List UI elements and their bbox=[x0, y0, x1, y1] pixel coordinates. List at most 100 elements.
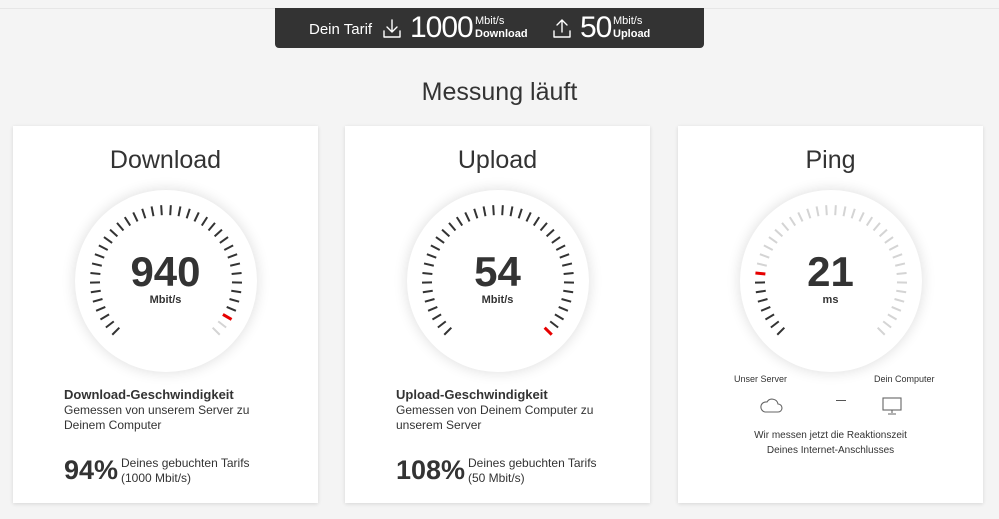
tariff-bar: Dein Tarif 1000 Mbit/s Download 50 Mbit/… bbox=[275, 8, 704, 48]
upload-gauge-tick bbox=[473, 208, 479, 219]
upload-speed-value: 54 bbox=[474, 248, 521, 295]
ping-card: Ping 21 ms Unser Server Dein Computer Wi… bbox=[678, 126, 983, 503]
upload-gauge-tick bbox=[431, 313, 442, 321]
upload-gauge-tick bbox=[545, 228, 555, 238]
download-gauge-tick bbox=[169, 205, 172, 216]
ping-description: Wir messen jetzt die Reaktionszeit Deine… bbox=[678, 428, 983, 458]
download-speed-value: 940 bbox=[130, 248, 201, 295]
download-gauge-tick bbox=[141, 208, 147, 219]
download-gauge-tick bbox=[207, 222, 216, 232]
download-gauge-tick bbox=[105, 320, 115, 329]
ping-gauge-tick bbox=[774, 228, 784, 238]
upload-gauge-tick bbox=[517, 208, 523, 219]
download-gauge-tick bbox=[111, 326, 121, 336]
download-tariff-value: 1000 bbox=[410, 11, 474, 44]
download-percent-line2: (1000 Mbit/s) bbox=[121, 471, 192, 485]
ping-gauge-tick bbox=[781, 222, 790, 232]
download-gauge-tick bbox=[132, 211, 139, 222]
ping-gauge-tick bbox=[760, 305, 771, 312]
download-percent: 94% bbox=[64, 455, 119, 485]
ping-gauge-tick bbox=[776, 326, 786, 336]
upload-gauge-tick bbox=[435, 236, 445, 244]
ping-gauge-tick bbox=[764, 313, 775, 321]
download-percent-line1: Deines gebuchten Tarifs bbox=[121, 456, 250, 470]
upload-gauge-tick bbox=[558, 305, 569, 312]
ping-gauge-tick bbox=[872, 222, 881, 232]
server-label: Unser Server bbox=[734, 374, 788, 384]
download-speed-unit: Mbit/s bbox=[149, 294, 182, 306]
upload-speed-unit: Mbit/s bbox=[481, 294, 514, 306]
upload-gauge-tick bbox=[509, 206, 514, 217]
ping-gauge-tick bbox=[768, 236, 778, 244]
cloud-icon bbox=[760, 398, 783, 413]
ping-gauge-tick bbox=[806, 208, 812, 219]
download-gauge-tick bbox=[226, 305, 237, 312]
upload-info-title: Upload-Geschwindigkeit bbox=[396, 387, 548, 402]
ping-description-line2: Deines Internet-Anschlusses bbox=[766, 445, 895, 456]
ping-gauge-tick bbox=[788, 216, 797, 227]
download-tariff-label: Download bbox=[475, 28, 528, 40]
upload-gauge-tick bbox=[525, 211, 532, 222]
upload-card: Upload 54 Mbit/s Upload-Geschwindigkeit … bbox=[345, 126, 650, 503]
upload-gauge-tick bbox=[455, 216, 464, 227]
upload-gauge-tick bbox=[492, 205, 495, 216]
upload-gauge-tick bbox=[501, 205, 504, 216]
upload-gauge-tick bbox=[443, 326, 453, 336]
ping-title: Ping bbox=[805, 146, 856, 174]
ping-gauge-tick bbox=[878, 228, 888, 238]
download-gauge-tick bbox=[219, 236, 229, 244]
ping-gauge-tick bbox=[850, 208, 856, 219]
page-title: Messung läuft bbox=[421, 78, 578, 106]
download-gauge-tick bbox=[123, 216, 132, 227]
download-icon bbox=[383, 19, 401, 38]
download-gauge-tick bbox=[99, 313, 110, 321]
upload-tariff-unit: Mbit/s Upload bbox=[613, 15, 650, 41]
download-gauge-tick bbox=[109, 228, 119, 238]
download-gauge-tick bbox=[116, 222, 125, 232]
monitor-icon bbox=[882, 397, 902, 415]
upload-gauge-tick bbox=[437, 320, 447, 329]
upload-tariff-value: 50 bbox=[580, 11, 612, 44]
download-info-description: Gemessen von unserem Server zu Deinem Co… bbox=[64, 403, 250, 432]
tariff-label: Dein Tarif bbox=[309, 21, 373, 38]
download-gauge-tick bbox=[211, 326, 221, 336]
upload-percent-text: Deines gebuchten Tarifs (50 Mbit/s) bbox=[468, 456, 597, 486]
ping-gauge-tick bbox=[797, 211, 804, 222]
upload-gauge-tick bbox=[551, 236, 561, 244]
download-gauge-tick bbox=[160, 205, 163, 216]
upload-percent-line2: (50 Mbit/s) bbox=[468, 471, 525, 485]
download-card: Download 940 Mbit/s Download-Geschwindig… bbox=[13, 126, 318, 503]
ping-unit: ms bbox=[822, 294, 839, 306]
ping-gauge-tick bbox=[884, 236, 894, 244]
upload-icon bbox=[553, 19, 571, 38]
upload-gauge-tick bbox=[448, 222, 457, 232]
ping-gauge-tick bbox=[876, 326, 886, 336]
computer-label: Dein Computer bbox=[874, 374, 935, 384]
ping-gauge-tick bbox=[834, 205, 837, 216]
connection-dash bbox=[836, 400, 846, 401]
upload-percent-line1: Deines gebuchten Tarifs bbox=[468, 456, 597, 470]
download-gauge-tick bbox=[185, 208, 191, 219]
download-tariff-unit: Mbit/s Download bbox=[475, 15, 528, 41]
download-gauge-tick bbox=[217, 320, 227, 329]
upload-title: Upload bbox=[457, 146, 538, 174]
upload-info-description: Gemessen von Deinem Computer zu unserem … bbox=[396, 403, 594, 432]
ping-description-line1: Wir messen jetzt die Reaktionszeit bbox=[754, 430, 907, 441]
upload-gauge-tick bbox=[554, 313, 565, 321]
ping-gauge-tick bbox=[882, 320, 892, 329]
download-gauge-tick bbox=[103, 236, 113, 244]
upload-gauge-tick bbox=[427, 305, 438, 312]
ping-gauge-tick bbox=[770, 320, 780, 329]
ping-gauge-tick bbox=[858, 211, 865, 222]
upload-gauge-tick bbox=[532, 216, 541, 227]
download-gauge-tick bbox=[200, 216, 209, 227]
upload-gauge-tick bbox=[543, 326, 553, 336]
download-gauge-tick bbox=[222, 313, 233, 321]
ping-gauge-tick bbox=[865, 216, 874, 227]
download-gauge-tick bbox=[193, 211, 200, 222]
upload-gauge-tick bbox=[464, 211, 471, 222]
download-info-title: Download-Geschwindigkeit bbox=[64, 387, 234, 402]
ping-gauge-tick bbox=[825, 205, 828, 216]
ping-gauge-tick bbox=[891, 305, 902, 312]
upload-percent: 108% bbox=[396, 455, 466, 485]
